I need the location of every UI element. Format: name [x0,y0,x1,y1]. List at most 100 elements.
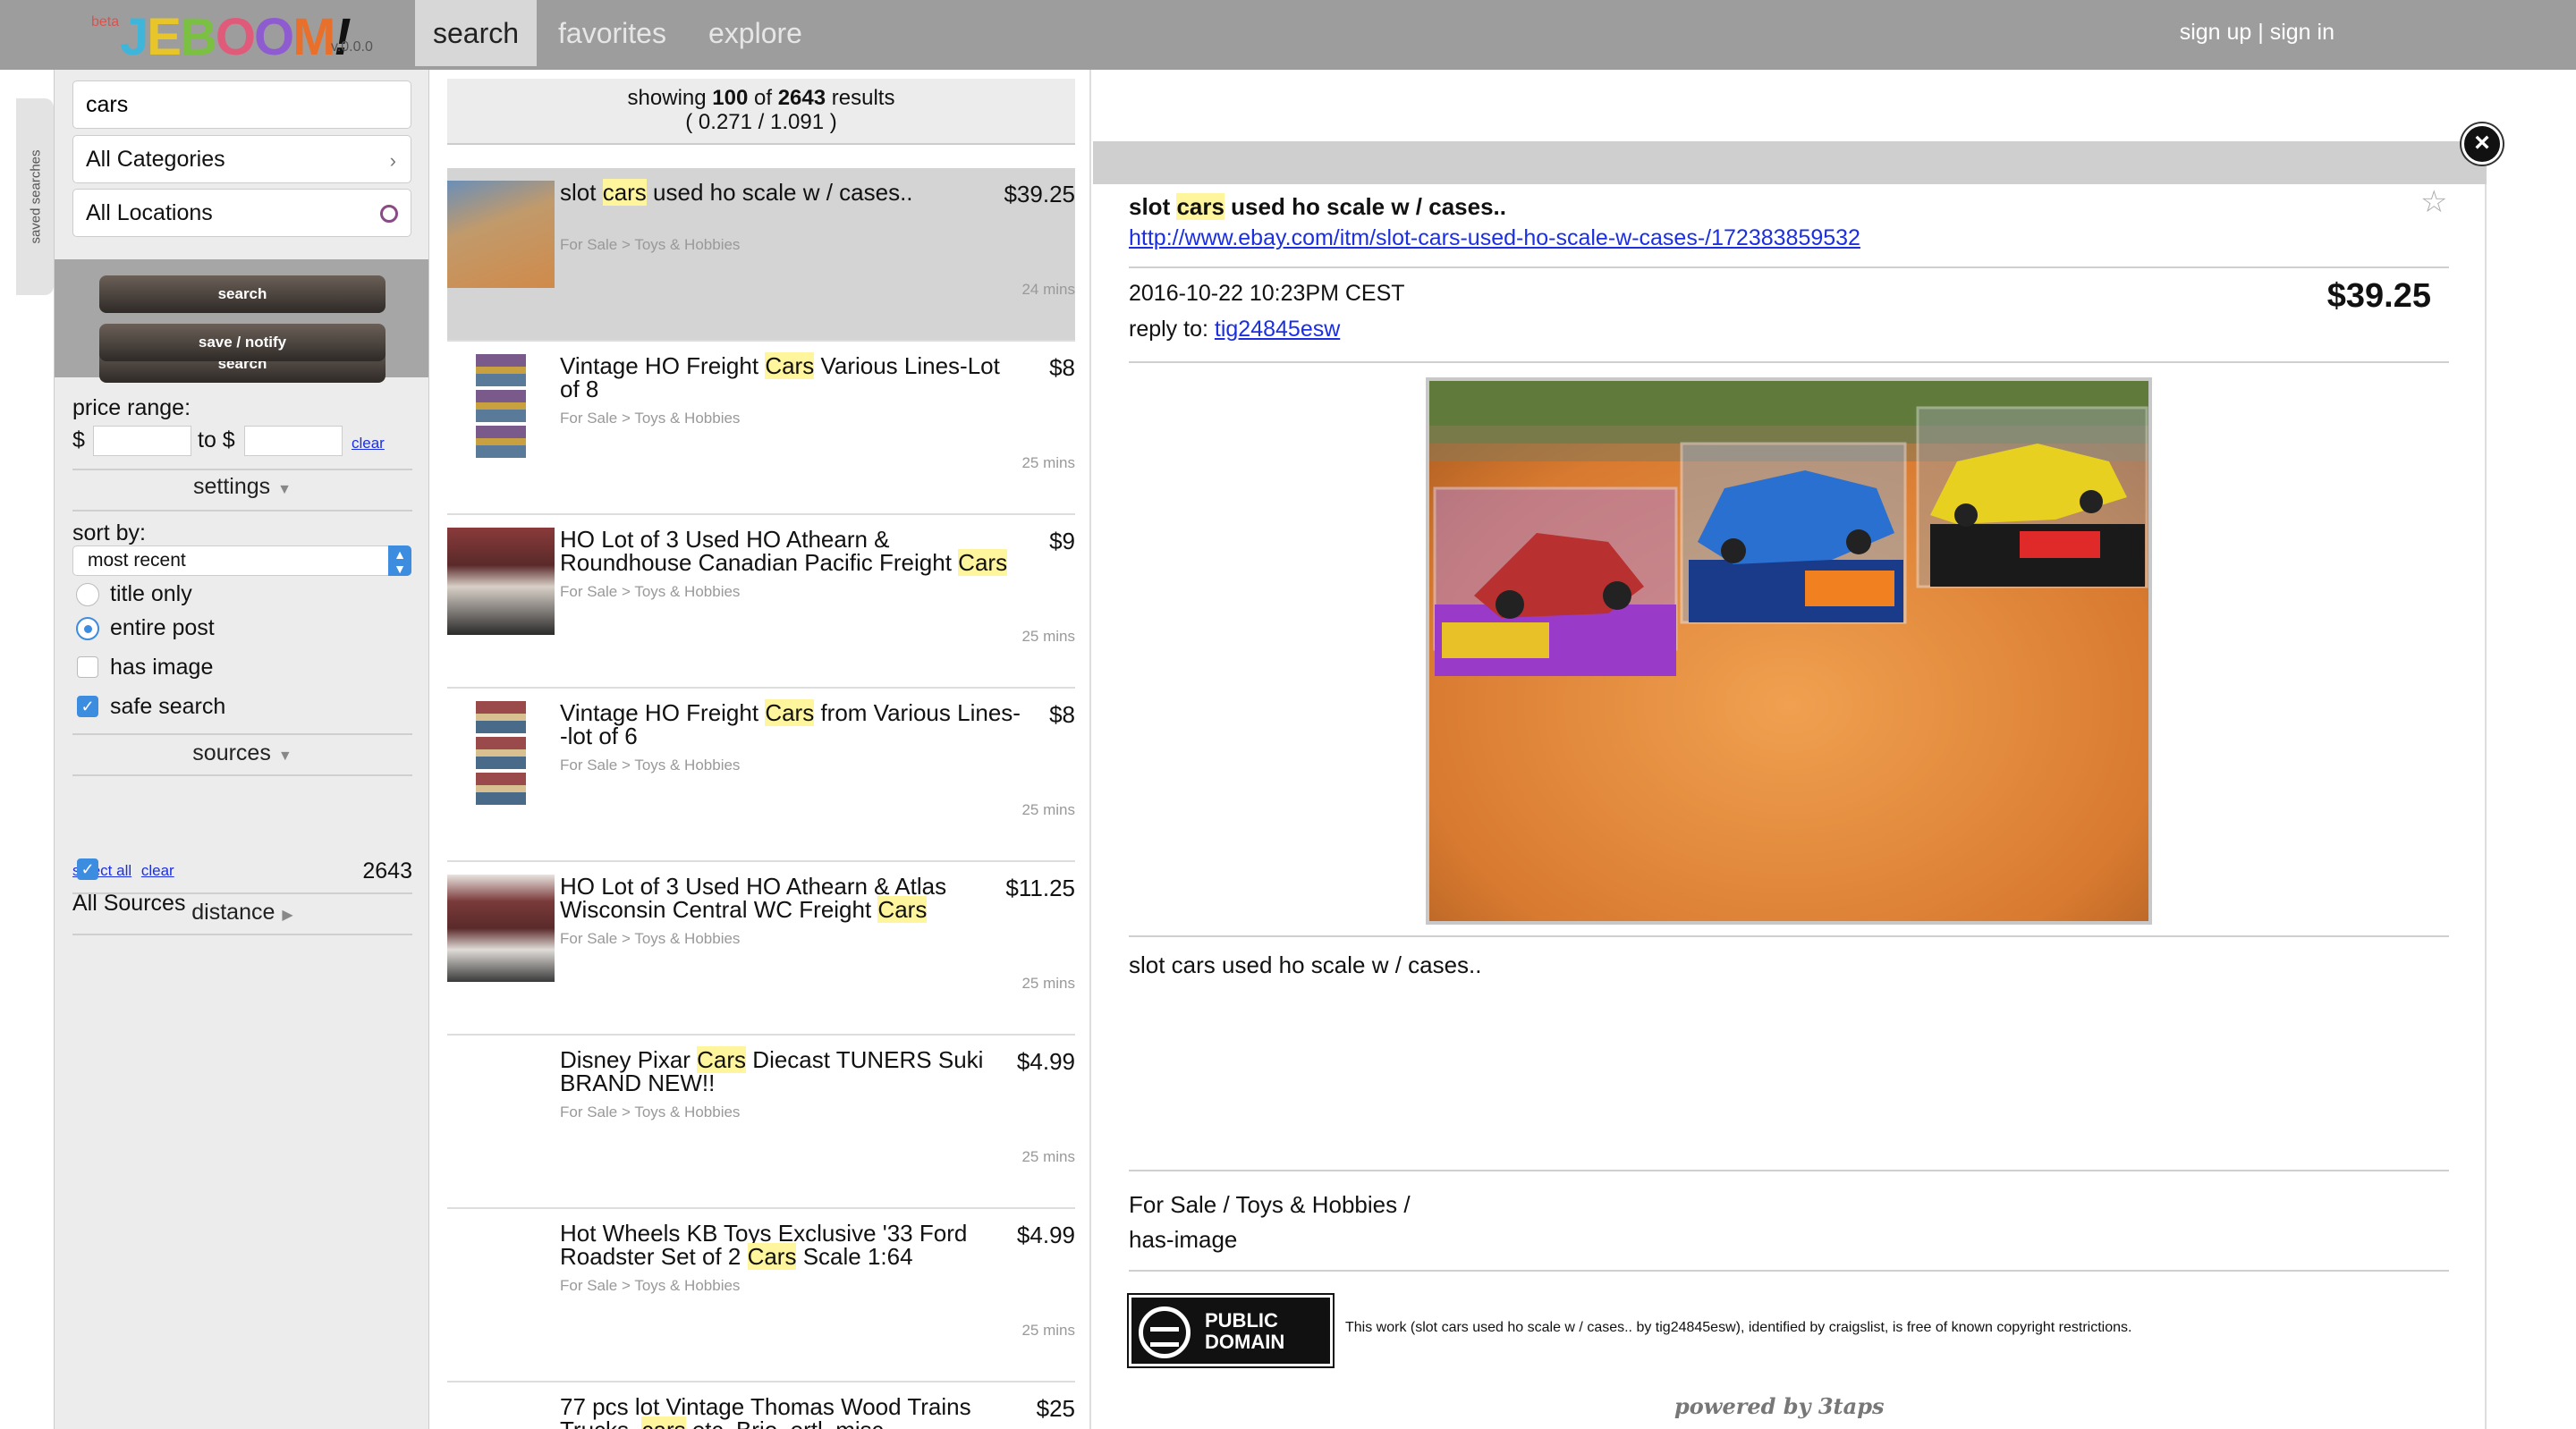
result-age: 25 mins [1021,975,1075,992]
sources-clear-link[interactable]: clear [141,862,174,879]
price-to-label: to $ [198,427,235,452]
result-category: For Sale > Toys & Hobbies [560,930,741,947]
result-item[interactable]: Disney Pixar Cars Diecast TUNERS Suki BR… [447,1036,1075,1209]
result-category: For Sale > Toys & Hobbies [560,1103,741,1120]
divider [1129,1270,2449,1272]
location-select[interactable]: All Locations [72,189,411,237]
result-item[interactable]: 77 pcs lot Vintage Thomas Wood Trains Tr… [447,1382,1075,1429]
top-bar: beta JEBOOM! v.0.0.0 search favorites ex… [0,0,2576,70]
result-item[interactable]: HO Lot of 3 Used HO Athearn & Roundhouse… [447,515,1075,689]
listing-url-link[interactable]: http://www.ebay.com/itm/slot-cars-used-h… [1129,225,1860,251]
settings-label: settings [192,474,271,499]
tab-search[interactable]: search [415,0,538,66]
tab-favorites[interactable]: favorites [558,0,666,66]
result-category: For Sale > Toys & Hobbies [560,1277,741,1294]
radio-entire-post[interactable] [76,617,99,640]
sort-select-value: most recent [88,550,186,571]
result-category: For Sale > Toys & Hobbies [560,236,741,253]
result-item[interactable]: Hot Wheels KB Toys Exclusive '33 Ford Ro… [447,1209,1075,1382]
tab-explore[interactable]: explore [708,0,802,66]
saved-searches-tab[interactable]: saved searches [16,98,54,295]
results-word: results [831,86,895,110]
powered-by-3taps: powered by 3taps [1674,1393,1885,1419]
has-image-checkbox[interactable] [77,656,98,678]
sources-toggle[interactable]: sources ▼ [72,740,412,766]
location-target-icon [380,205,398,223]
divider [72,469,412,470]
radio-entire-post-label: entire post [110,615,215,640]
result-age: 25 mins [1021,1148,1075,1165]
price-clear-link[interactable]: clear [352,435,385,452]
result-title: slot cars used ho scale w / cases.. [560,179,913,206]
query-timing: ( 0.271 / 1.091 ) [685,110,837,134]
result-age: 25 mins [1021,1322,1075,1339]
crumb-separator: / [1216,1191,1236,1218]
search-button[interactable]: search [99,275,386,313]
result-price: $11.25 [1005,875,1075,901]
sign-up-sign-in-link[interactable]: sign up | sign in [2180,20,2334,46]
results-list: showing 100 of 2643 results ( 0.271 / 1.… [429,70,1091,1429]
has-image-label: has image [110,655,214,680]
license-caption: This work (slot cars used ho scale w / c… [1345,1320,2132,1335]
distance-toggle[interactable]: distance ▶ [72,900,412,926]
listing-price: $39.25 [2326,277,2431,315]
logo-beta-tag: beta [91,14,120,30]
price-max-input[interactable] [244,426,343,456]
settings-toggle[interactable]: settings ▼ [72,474,412,500]
result-title: Hot Wheels KB Toys Exclusive '33 Ford Ro… [560,1220,968,1270]
location-select-value: All Locations [86,200,213,225]
caret-down-icon: ▼ [277,482,292,497]
divider [1129,361,2449,363]
listing-photo-image [1429,381,2148,921]
result-item[interactable]: slot cars used ho scale w / cases.. $39.… [447,168,1075,342]
result-price: $39.25 [1004,181,1075,207]
result-category: For Sale > Toys & Hobbies [560,410,741,427]
divider [72,892,412,894]
result-age: 25 mins [1021,801,1075,818]
logo-version: v.0.0.0 [331,39,373,55]
sources-label: sources [192,740,271,765]
price-min-input[interactable] [93,426,191,456]
result-title: 77 pcs lot Vintage Thomas Wood Trains Tr… [560,1395,1025,1429]
favorite-star-icon[interactable]: ☆ [2420,184,2447,220]
result-item[interactable]: Vintage HO Freight Cars Various Lines-Lo… [447,342,1075,515]
select-arrows-icon: ▲ ▼ [388,545,411,576]
divider [1129,935,2449,937]
crumb-toys-hobbies[interactable]: Toys & Hobbies [1235,1191,1397,1218]
result-thumbnail [476,354,526,461]
divider [72,733,412,735]
public-domain-icon [1139,1306,1191,1358]
reply-to: reply to: tig24845esw [1129,317,1340,342]
tag-has-image[interactable]: has-image [1129,1222,1411,1257]
sort-select[interactable]: most recent ▲ ▼ [72,545,411,576]
result-item[interactable]: HO Lot of 3 Used HO Athearn & Atlas Wisc… [447,862,1075,1036]
result-item[interactable]: Vintage HO Freight Cars from Various Lin… [447,689,1075,862]
search-input[interactable] [86,92,398,118]
saved-searches-label: saved searches [28,149,44,244]
reply-to-label: reply to: [1129,317,1208,342]
crumb-for-sale[interactable]: For Sale [1129,1191,1216,1218]
safe-search-checkbox[interactable]: ✓ [77,696,98,717]
radio-title-only[interactable] [76,583,99,606]
listing-photo[interactable] [1426,377,2152,925]
result-title: Vintage HO Freight Cars Various Lines-Lo… [560,352,1000,402]
of-label: of [754,86,773,110]
save-notify-button[interactable]: save / notify [99,324,386,361]
reply-to-user-link[interactable]: tig24845esw [1215,317,1340,342]
result-thumbnail [447,528,555,635]
result-title: HO Lot of 3 Used HO Athearn & Roundhouse… [560,526,1008,576]
caret-right-icon: ▶ [282,908,293,923]
result-age: 25 mins [1021,454,1075,471]
listing-title: slot cars used ho scale w / cases.. [1129,193,1506,220]
result-title: Disney Pixar Cars Diecast TUNERS Suki BR… [560,1046,984,1096]
shown-count: 100 [712,86,749,110]
all-sources-checkbox[interactable]: ✓ [77,858,98,880]
result-price: $4.99 [1016,1048,1075,1075]
close-icon[interactable]: × [2462,123,2503,165]
result-price: $4.99 [1016,1222,1075,1248]
listing-date: 2016-10-22 10:23PM CEST [1129,281,1405,306]
public-domain-text: PUBLIC DOMAIN [1205,1309,1285,1353]
sort-by-label: sort by: [72,520,146,545]
detail-top-space [1093,70,2576,141]
category-select[interactable]: All Categories › [72,135,411,183]
